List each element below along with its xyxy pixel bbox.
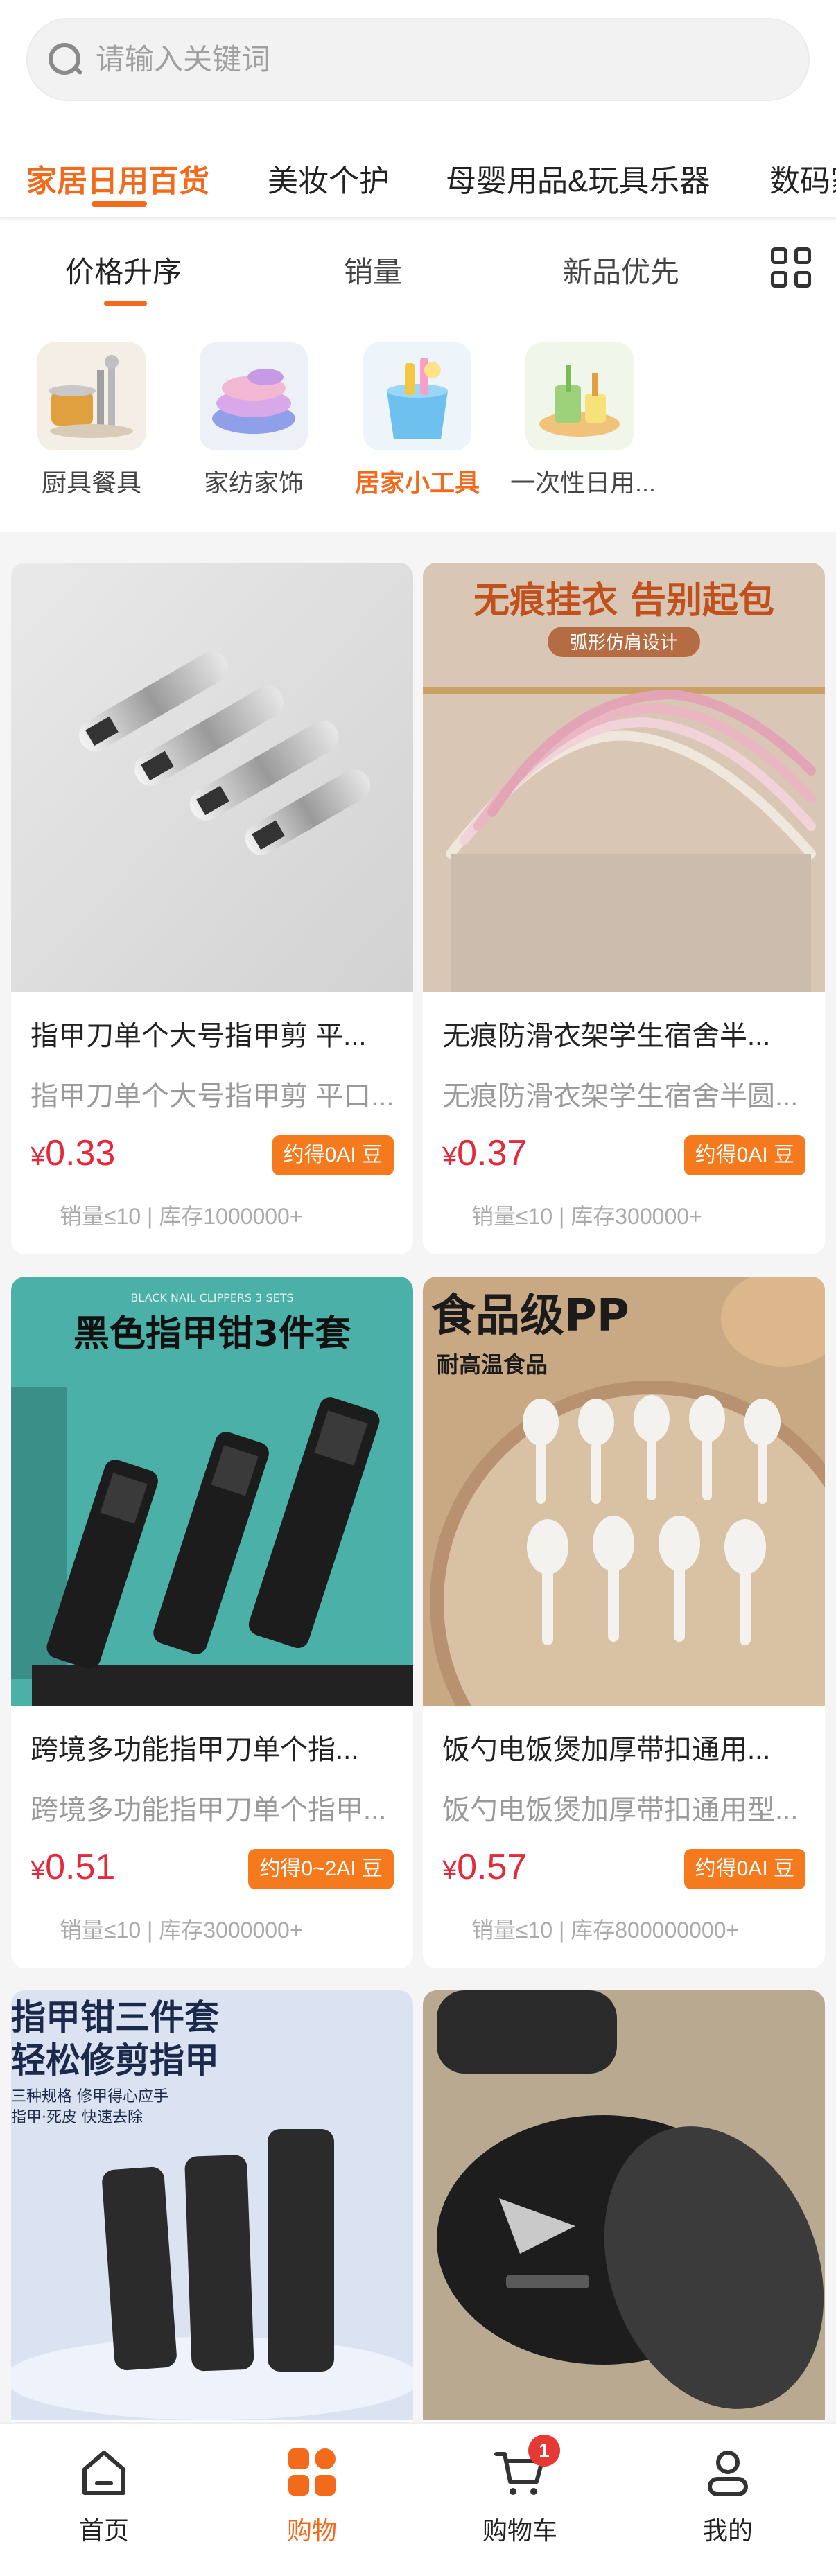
subcat-kitchenware[interactable]: 厨具餐具: [22, 342, 161, 499]
search-input[interactable]: [96, 43, 720, 76]
subcat-disposables[interactable]: 一次性日用...: [510, 342, 656, 499]
nav-label: 首页: [78, 2516, 129, 2545]
home-icon: [76, 2444, 132, 2500]
svg-text:指甲钳三件套: 指甲钳三件套: [11, 1997, 219, 2038]
sales-stock-info: 销量≤10 | 库存300000+: [471, 1204, 702, 1229]
product-image: 无痕挂衣 告别起包 弧形仿肩设计: [423, 563, 825, 992]
product-image: BLACK NAIL CLIPPERS 3 SETS 黑色指甲钳3件套: [11, 1277, 413, 1706]
svg-text:无痕挂衣 告别起包: 无痕挂衣 告别起包: [473, 580, 774, 622]
shop-grid-icon: [284, 2444, 340, 2500]
svg-text:黑色指甲钳3件套: 黑色指甲钳3件套: [73, 1313, 351, 1355]
subcat-home-tools[interactable]: 居家小工具: [348, 342, 487, 499]
product-price: ¥0.51: [31, 1847, 116, 1887]
textiles-image: [200, 342, 308, 450]
kitchenware-image: [37, 342, 146, 450]
search-box[interactable]: [26, 18, 810, 101]
product-price: ¥0.33: [31, 1133, 116, 1173]
bean-reward-badge: 约得0AI 豆: [272, 1135, 394, 1175]
cart-icon: 1: [492, 2435, 560, 2500]
product-card[interactable]: 指甲刀单个大号指甲剪 平... 指甲刀单个大号指甲剪 平口... ¥0.33 约…: [11, 563, 413, 1254]
tab-home-goods[interactable]: 家居日用百货: [26, 156, 209, 200]
tab-baby-toys[interactable]: 母婴用品&玩具乐器: [446, 156, 710, 200]
sales-stock-info: 销量≤10 | 库存1000000+: [60, 1204, 303, 1229]
subcat-label: 厨具餐具: [41, 468, 141, 497]
nav-cart[interactable]: 1 购物车: [451, 2435, 589, 2547]
product-title: 跨境多功能指甲刀单个指...: [31, 1735, 359, 1765]
sort-sales[interactable]: 销量: [344, 249, 402, 291]
home-tools-image: [363, 342, 471, 450]
product-card[interactable]: 食品级PP 耐高温食品 饭勺电饭煲加厚带扣通用... 饭勺电饭煲加厚带扣通用型.…: [423, 1277, 825, 1968]
sort-active-indicator: [104, 301, 147, 306]
product-image: [11, 563, 413, 992]
svg-text:轻松修剪指甲: 轻松修剪指甲: [11, 2040, 219, 2080]
disposables-image: [525, 342, 634, 450]
product-price: ¥0.37: [442, 1133, 528, 1173]
product-card[interactable]: [423, 1990, 825, 2434]
product-card[interactable]: 指甲钳三件套 轻松修剪指甲 三种规格 修甲得心应手 指甲·死皮 快速去除: [11, 1990, 413, 2434]
svg-text:耐高温食品: 耐高温食品: [437, 1351, 548, 1378]
sort-newest[interactable]: 新品优先: [563, 249, 679, 291]
product-subtitle: 指甲刀单个大号指甲剪 平口...: [31, 1081, 394, 1112]
nav-label: 购物: [286, 2516, 337, 2545]
subcat-label: 一次性日用...: [510, 468, 656, 497]
svg-text:BLACK NAIL CLIPPERS 3 SETS: BLACK NAIL CLIPPERS 3 SETS: [130, 1291, 293, 1304]
bottom-navigation: 首页 购物 1 购物车 我的: [0, 2422, 836, 2576]
tab-beauty[interactable]: 美妆个护: [268, 156, 390, 200]
nav-shop[interactable]: 购物: [243, 2444, 381, 2547]
cart-count-badge: 1: [528, 2435, 560, 2467]
product-subtitle: 无痕防滑衣架学生宿舍半圆...: [442, 1081, 799, 1112]
user-icon: [700, 2444, 756, 2500]
product-price: ¥0.57: [442, 1847, 528, 1887]
product-image: 指甲钳三件套 轻松修剪指甲 三种规格 修甲得心应手 指甲·死皮 快速去除: [11, 1990, 413, 2420]
product-card[interactable]: 无痕挂衣 告别起包 弧形仿肩设计 无痕防滑衣架学生宿舍半... 无痕防滑衣架学生…: [423, 563, 825, 1254]
sub-categories: 厨具餐具 家纺家饰 居家小工具 一次性日用...: [0, 313, 836, 532]
product-subtitle: 跨境多功能指甲刀单个指甲...: [31, 1795, 387, 1825]
product-image: [423, 1990, 825, 2420]
svg-text:食品级PP: 食品级PP: [431, 1290, 629, 1342]
bean-reward-badge: 约得0~2AI 豆: [248, 1849, 394, 1889]
tab-digital[interactable]: 数码家电: [769, 156, 836, 200]
product-title: 指甲刀单个大号指甲剪 平...: [31, 1021, 367, 1051]
sales-stock-info: 销量≤10 | 库存3000000+: [60, 1918, 303, 1943]
product-card[interactable]: BLACK NAIL CLIPPERS 3 SETS 黑色指甲钳3件套 跨境多功…: [11, 1277, 413, 1968]
svg-text:弧形仿肩设计: 弧形仿肩设计: [570, 633, 678, 654]
subcat-label: 居家小工具: [354, 468, 480, 497]
nav-home[interactable]: 首页: [35, 2444, 173, 2547]
grid-view-icon[interactable]: [771, 247, 812, 289]
subcat-label: 家纺家饰: [203, 468, 304, 497]
search-bar-area: [0, 0, 836, 121]
product-title: 饭勺电饭煲加厚带扣通用...: [442, 1735, 771, 1765]
product-subtitle: 饭勺电饭煲加厚带扣通用型...: [442, 1795, 799, 1825]
nav-profile[interactable]: 我的: [659, 2444, 797, 2547]
product-image: 食品级PP 耐高温食品: [423, 1277, 825, 1706]
sales-stock-info: 销量≤10 | 库存800000000+: [471, 1918, 740, 1943]
search-icon: [44, 39, 86, 80]
svg-text:指甲·死皮 快速去除: 指甲·死皮 快速去除: [11, 2109, 143, 2126]
sort-price-asc[interactable]: 价格升序: [65, 249, 182, 291]
nav-label: 购物车: [482, 2516, 557, 2545]
svg-text:三种规格 修甲得心应手: 三种规格 修甲得心应手: [11, 2088, 168, 2105]
nav-label: 我的: [702, 2516, 753, 2545]
active-tab-indicator: [92, 201, 147, 207]
sort-bar: 价格升序 销量 新品优先: [0, 220, 836, 313]
bean-reward-badge: 约得0AI 豆: [683, 1135, 805, 1175]
subcat-textiles[interactable]: 家纺家饰: [184, 342, 323, 499]
bean-reward-badge: 约得0AI 豆: [683, 1849, 805, 1889]
product-title: 无痕防滑衣架学生宿舍半...: [442, 1021, 771, 1051]
